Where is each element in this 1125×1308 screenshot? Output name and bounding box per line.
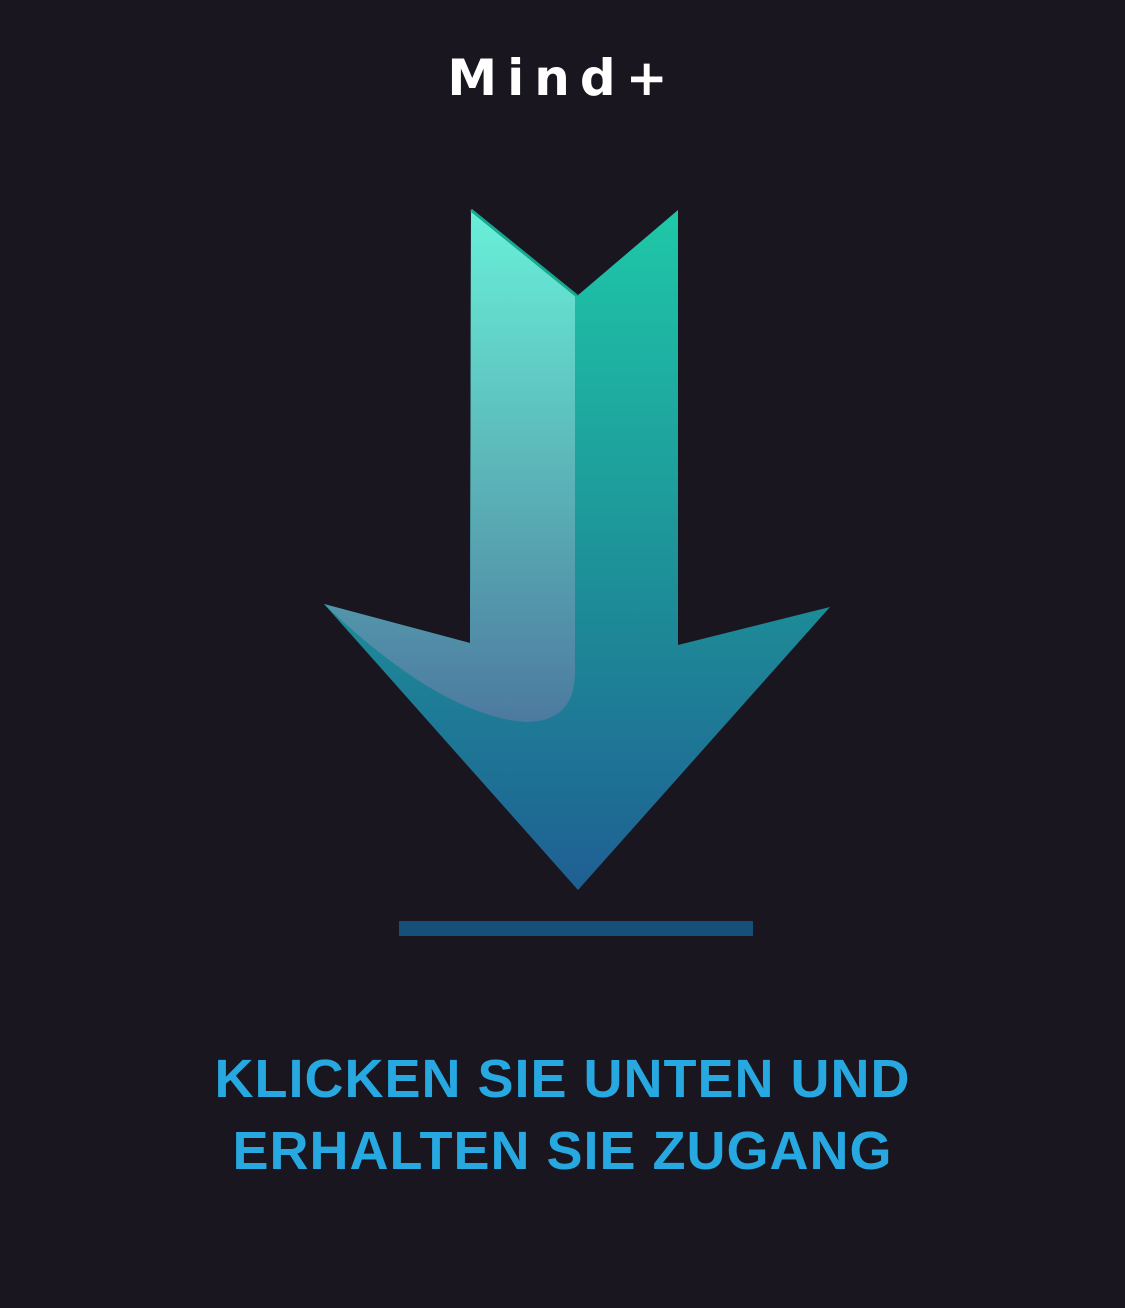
cta-line-1: KLICKEN SIE UNTEN UND — [214, 1049, 911, 1109]
download-baseline — [399, 921, 753, 936]
download-arrow-icon[interactable] — [0, 0, 1125, 1000]
cta-text[interactable]: KLICKEN SIE UNTEN UND ERHALTEN SIE ZUGAN… — [0, 1043, 1125, 1187]
arrow-body — [324, 210, 830, 890]
cta-line-2: ERHALTEN SIE ZUGANG — [232, 1121, 893, 1181]
